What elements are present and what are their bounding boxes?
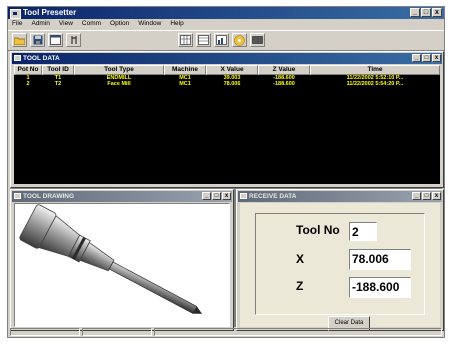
receive-data-panel: Tool No 2 X 78.006 Z -188.600 Clear Data <box>240 203 440 331</box>
status-pane <box>154 328 442 336</box>
minimize-button[interactable]: _ <box>202 192 211 200</box>
tool-data-title: TOOL DATA <box>23 55 60 62</box>
table-row[interactable]: 2 T2 Face Mill MC1 78.006 -188.600 11/22… <box>14 81 440 87</box>
column-header[interactable]: Machine <box>164 65 206 75</box>
app-icon <box>10 9 21 19</box>
column-header[interactable]: Tool ID <box>42 65 74 75</box>
cell: MC1 <box>179 81 191 87</box>
cell: 11/22/2002 5:54:20 P... <box>346 81 404 87</box>
minimize-button[interactable]: _ <box>412 192 421 200</box>
receive-data-window: RECEIVE DATA _ □ x Tool No 2 X 78.006 Z … <box>236 189 444 331</box>
tool-drawing-window: TOOL DRAWING _ □ x <box>10 189 234 331</box>
save-disk-icon[interactable] <box>30 33 45 47</box>
maximize-button[interactable]: □ <box>422 192 431 200</box>
x-label: X <box>296 252 305 266</box>
tool-icon[interactable] <box>66 33 81 47</box>
minimize-button[interactable]: _ <box>412 54 421 62</box>
z-label: Z <box>296 279 304 293</box>
mdi-workspace: TOOL DATA _ □ x Pot No Tool ID Tool Type… <box>10 51 444 331</box>
column-header[interactable]: Z Value <box>258 65 310 75</box>
close-button[interactable]: x <box>222 192 231 200</box>
menu-file[interactable]: File <box>12 19 22 29</box>
new-window-icon[interactable] <box>48 33 63 47</box>
menu-comm[interactable]: Comm <box>82 19 101 29</box>
window-icon <box>14 193 21 199</box>
column-header[interactable]: Time <box>310 65 440 75</box>
app-window: Tool Presetter _ □ x File Admin View Com… <box>7 6 445 338</box>
menu-admin[interactable]: Admin <box>31 19 49 29</box>
menu-bar: File Admin View Comm Option Window Help <box>8 19 444 29</box>
cell: -188.600 <box>273 81 295 87</box>
tool-drawing-titlebar[interactable]: TOOL DRAWING _ □ x <box>12 191 232 202</box>
tool-no-field: 2 <box>349 222 377 241</box>
cell: 78.006 <box>223 81 241 87</box>
tool-data-titlebar[interactable]: TOOL DATA _ □ x <box>12 53 442 64</box>
tool-holder-image <box>19 204 203 315</box>
z-value-field: -188.600 <box>349 277 411 298</box>
column-header[interactable]: Pot No <box>14 65 42 75</box>
menu-option[interactable]: Option <box>110 19 129 29</box>
tool-data-grid[interactable]: Pot No Tool ID Tool Type Machine X Value… <box>14 65 440 184</box>
menu-help[interactable]: Help <box>170 19 183 29</box>
drawing-canvas <box>14 203 230 327</box>
grid-view-icon[interactable] <box>178 33 193 47</box>
tool-data-window: TOOL DATA _ □ x Pot No Tool ID Tool Type… <box>10 51 444 188</box>
column-header[interactable]: X Value <box>206 65 258 75</box>
minimize-button[interactable]: _ <box>410 8 420 17</box>
cell: T2 <box>54 81 62 87</box>
close-button[interactable]: x <box>432 192 441 200</box>
maximize-button[interactable]: □ <box>421 8 431 17</box>
table-view-icon[interactable] <box>196 33 211 47</box>
status-bar <box>10 328 442 336</box>
open-folder-icon[interactable] <box>12 33 27 47</box>
status-pane <box>10 328 80 336</box>
toolbar <box>8 30 444 51</box>
cd-icon[interactable] <box>232 33 247 47</box>
menu-view[interactable]: View <box>59 19 73 29</box>
cell: 2 <box>26 81 30 87</box>
tool-drawing-title: TOOL DRAWING <box>23 193 75 200</box>
receive-data-titlebar[interactable]: RECEIVE DATA _ □ x <box>238 191 442 202</box>
grid-header: Pot No Tool ID Tool Type Machine X Value… <box>14 65 440 75</box>
maximize-button[interactable]: □ <box>422 54 431 62</box>
window-icon <box>240 193 247 199</box>
x-value-field: 78.006 <box>349 249 411 270</box>
maximize-button[interactable]: □ <box>212 192 221 200</box>
close-button[interactable]: x <box>432 8 442 17</box>
layout-icon[interactable] <box>250 33 265 47</box>
status-pane <box>82 328 152 336</box>
window-icon <box>14 55 21 61</box>
app-titlebar[interactable]: Tool Presetter _ □ x <box>8 7 444 19</box>
receive-data-title: RECEIVE DATA <box>249 193 297 200</box>
cell: Face Mill <box>107 81 131 87</box>
column-header[interactable]: Tool Type <box>74 65 164 75</box>
close-button[interactable]: x <box>432 54 441 62</box>
tool-no-label: Tool No <box>296 223 340 237</box>
app-title: Tool Presetter <box>23 8 77 17</box>
menu-window[interactable]: Window <box>138 19 161 29</box>
chart-view-icon[interactable] <box>214 33 229 47</box>
